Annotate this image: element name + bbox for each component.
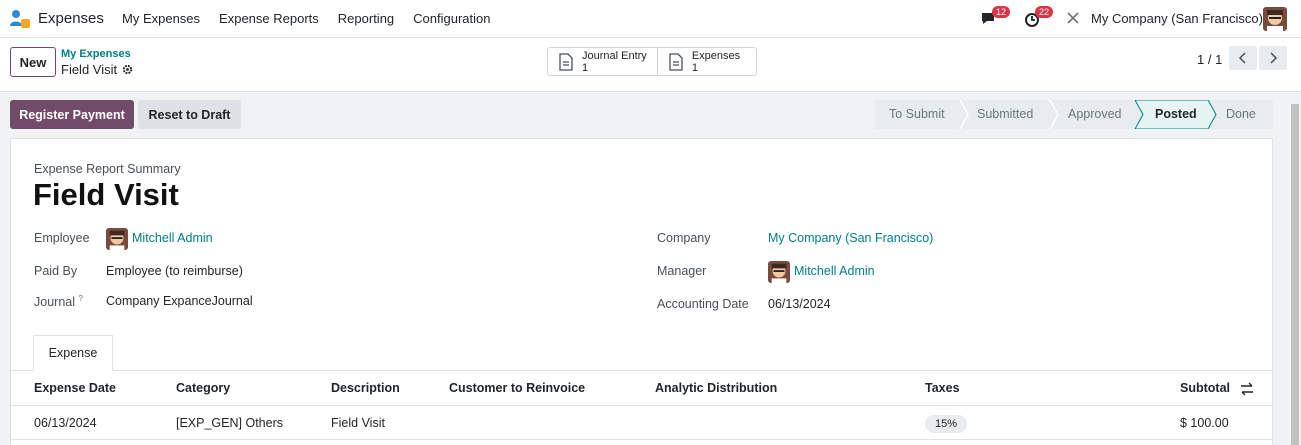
app-name[interactable]: Expenses [38, 10, 104, 27]
accounting-date-field[interactable]: 06/13/2024 [768, 297, 831, 311]
messages-badge: 12 [992, 6, 1010, 18]
company-field[interactable]: My Company (San Francisco) [768, 231, 933, 245]
column-description[interactable]: Description [331, 381, 400, 395]
breadcrumb-parent[interactable]: My Expenses [61, 48, 131, 60]
stage-to-submit[interactable]: To Submit [889, 107, 945, 121]
breadcrumb-current: Field Visit [61, 62, 118, 77]
manager-avatar [768, 261, 790, 283]
company-label: Company [657, 231, 711, 245]
tab-expense[interactable]: Expense [33, 335, 113, 371]
company-switcher[interactable]: My Company (San Francisco) [1091, 11, 1263, 26]
column-subtotal[interactable]: Subtotal [1180, 381, 1230, 395]
menu-reporting[interactable]: Reporting [338, 11, 394, 26]
smart-buttons: Journal Entry 1 Expenses 1 [547, 47, 758, 76]
expenses-smart-label: Expenses [691, 49, 741, 62]
employee-avatar [106, 228, 128, 250]
new-button[interactable]: New [10, 47, 56, 77]
cell-expense-date[interactable]: 06/13/2024 [34, 416, 97, 430]
row-divider [11, 439, 1272, 440]
manager-field[interactable]: Mitchell Admin [794, 264, 875, 278]
document-icon [669, 52, 683, 71]
pager-next-button[interactable] [1259, 46, 1287, 70]
tab-divider [11, 370, 1272, 371]
paid-by-label: Paid By [34, 264, 78, 278]
pager-buttons [1229, 46, 1287, 70]
header-divider [11, 405, 1272, 406]
cell-category[interactable]: [EXP_GEN] Others [176, 416, 283, 430]
paid-by-field[interactable]: Employee (to reimburse) [106, 264, 243, 278]
activities-badge: 22 [1035, 6, 1053, 18]
expenses-app-icon[interactable] [9, 9, 31, 29]
manager-label: Manager [657, 264, 707, 278]
journal-label: Journal ? [34, 294, 83, 309]
journal-entry-label: Journal Entry [582, 49, 647, 62]
tools-icon[interactable] [1066, 11, 1080, 25]
employee-field[interactable]: Mitchell Admin [132, 231, 213, 245]
chevron-right-icon [1270, 52, 1278, 64]
reset-to-draft-button[interactable]: Reset to Draft [138, 100, 241, 129]
status-bar: To Submit Submitted Approved Posted Done [875, 100, 1273, 129]
cell-taxes-badge[interactable]: 15% [925, 415, 967, 433]
stage-approved[interactable]: Approved [1068, 107, 1122, 121]
menu-my-expenses[interactable]: My Expenses [122, 11, 200, 26]
scrollbar-thumb[interactable] [1291, 104, 1299, 445]
cell-description[interactable]: Field Visit [331, 416, 385, 430]
column-category[interactable]: Category [176, 381, 230, 395]
summary-label: Expense Report Summary [34, 162, 181, 176]
journal-label-text: Journal [34, 295, 75, 310]
chevron-left-icon [1238, 52, 1246, 64]
column-customer-to-reinvoice[interactable]: Customer to Reinvoice [449, 381, 585, 395]
employee-label: Employee [34, 231, 90, 245]
page-title[interactable]: Field Visit [33, 177, 179, 213]
journal-entry-button[interactable]: Journal Entry 1 [548, 48, 658, 75]
gear-icon[interactable] [122, 64, 133, 75]
journal-field[interactable]: Company ExpanceJournal [106, 294, 253, 308]
column-expense-date[interactable]: Expense Date [34, 381, 116, 395]
register-payment-button[interactable]: Register Payment [10, 100, 134, 129]
pager-value[interactable]: 1 / 1 [1197, 52, 1222, 67]
top-navbar: Expenses My Expenses Expense Reports Rep… [0, 0, 1301, 38]
journal-help-icon[interactable]: ? [78, 294, 82, 303]
user-avatar[interactable] [1263, 7, 1287, 31]
menu-expense-reports[interactable]: Expense Reports [219, 11, 319, 26]
stage-done[interactable]: Done [1226, 107, 1256, 121]
cell-subtotal[interactable]: $ 100.00 [1180, 416, 1229, 430]
form-sheet: Expense Report Summary Field Visit Emplo… [10, 138, 1273, 445]
journal-entry-count: 1 [582, 61, 589, 74]
expenses-smart-count: 1 [691, 61, 698, 74]
stage-posted[interactable]: Posted [1155, 107, 1197, 121]
control-panel: New My Expenses Field Visit Journal Entr… [0, 38, 1301, 92]
vertical-scrollbar[interactable] [1289, 92, 1301, 445]
stage-submitted[interactable]: Submitted [977, 107, 1033, 121]
breadcrumb: Field Visit [61, 62, 133, 77]
expenses-smart-button[interactable]: Expenses 1 [658, 48, 756, 75]
menu-configuration[interactable]: Configuration [413, 11, 490, 26]
main-menu: My Expenses Expense Reports Reporting Co… [122, 11, 509, 26]
column-taxes[interactable]: Taxes [925, 381, 960, 395]
pager-previous-button[interactable] [1229, 46, 1257, 70]
column-analytic-distribution[interactable]: Analytic Distribution [655, 381, 777, 395]
column-settings-icon[interactable] [1240, 382, 1254, 396]
document-icon [559, 52, 573, 71]
accounting-date-label: Accounting Date [657, 297, 749, 311]
